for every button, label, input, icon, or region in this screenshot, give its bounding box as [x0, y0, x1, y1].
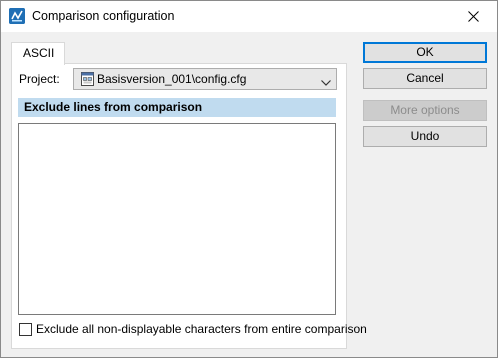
title-bar[interactable]: Comparison configuration: [1, 1, 497, 32]
tab-ascii-label: ASCII: [23, 46, 55, 60]
project-value: Basisversion_001\config.cfg: [97, 72, 247, 86]
cancel-button[interactable]: Cancel: [363, 68, 487, 89]
close-button[interactable]: [451, 1, 497, 32]
tab-ascii[interactable]: ASCII: [11, 42, 65, 65]
window-title: Comparison configuration: [32, 9, 175, 23]
ok-button[interactable]: OK: [363, 42, 487, 63]
exclude-lines-header: Exclude lines from comparison: [18, 98, 336, 117]
project-dropdown[interactable]: Basisversion_001\config.cfg: [73, 68, 337, 90]
exclude-non-displayable-checkbox[interactable]: [19, 323, 32, 336]
project-label: Project:: [19, 72, 60, 86]
chevron-down-icon: [321, 75, 331, 89]
comparison-config-dialog: Comparison configuration ASCII Project: …: [0, 0, 498, 358]
close-icon: [468, 11, 479, 22]
app-icon: [9, 8, 25, 24]
undo-button[interactable]: Undo: [363, 126, 487, 147]
config-file-icon: [81, 72, 94, 86]
exclude-non-displayable-label[interactable]: Exclude all non-displayable characters f…: [36, 322, 367, 336]
exclude-lines-header-text: Exclude lines from comparison: [24, 100, 203, 114]
more-options-button[interactable]: More options: [363, 100, 487, 121]
exclude-lines-textarea[interactable]: [18, 123, 336, 315]
